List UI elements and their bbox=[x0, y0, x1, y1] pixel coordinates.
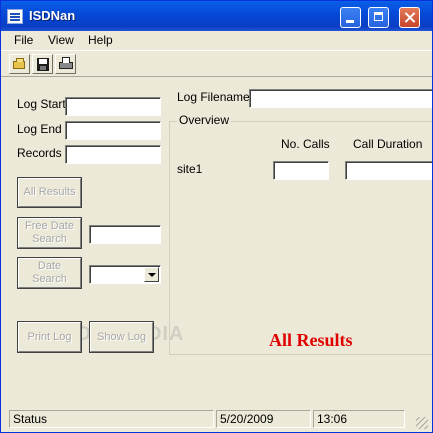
status-panel: Status bbox=[9, 410, 214, 428]
log-start-label: Log Start bbox=[17, 97, 66, 111]
site1-calls-field[interactable] bbox=[273, 161, 329, 180]
floppy-disk-icon bbox=[37, 58, 49, 71]
menu-file[interactable]: File bbox=[14, 33, 33, 47]
date-select[interactable] bbox=[89, 265, 161, 284]
title-bar[interactable]: ISDNan bbox=[1, 1, 432, 31]
overview-group bbox=[169, 121, 432, 355]
col-calls-header: No. Calls bbox=[281, 137, 330, 151]
log-end-field[interactable] bbox=[65, 121, 161, 140]
site1-duration-field[interactable] bbox=[345, 161, 432, 180]
window-title: ISDNan bbox=[29, 8, 76, 23]
print-log-button[interactable]: Print Log bbox=[17, 321, 82, 353]
open-folder-icon bbox=[13, 58, 25, 69]
status-bar: Status 5/20/2009 13:06 bbox=[1, 407, 432, 432]
app-window: ISDNan File View Help Log Start Log End … bbox=[0, 0, 433, 433]
menu-bar: File View Help bbox=[1, 31, 432, 49]
open-button[interactable] bbox=[9, 54, 30, 74]
log-filename-field[interactable] bbox=[249, 89, 432, 108]
time-panel: 13:06 bbox=[313, 410, 405, 428]
date-search-button[interactable]: Date Search bbox=[17, 257, 82, 289]
resize-grip-icon[interactable] bbox=[416, 417, 428, 429]
menu-view[interactable]: View bbox=[48, 33, 74, 47]
records-label: Records bbox=[17, 146, 62, 160]
free-date-field[interactable] bbox=[89, 225, 161, 244]
log-end-label: Log End bbox=[17, 122, 62, 136]
print-button[interactable] bbox=[55, 54, 76, 74]
site1-label: site1 bbox=[177, 162, 203, 176]
overview-title: Overview bbox=[177, 113, 232, 127]
app-icon bbox=[7, 9, 23, 24]
save-button[interactable] bbox=[32, 54, 53, 74]
free-date-search-button[interactable]: Free Date Search bbox=[17, 217, 82, 249]
log-filename-label: Log Filename bbox=[177, 90, 250, 104]
maximize-button[interactable] bbox=[368, 7, 389, 28]
log-start-field[interactable] bbox=[65, 97, 161, 116]
close-button[interactable] bbox=[399, 7, 420, 28]
col-duration-header: Call Duration bbox=[353, 137, 423, 151]
date-panel: 5/20/2009 bbox=[216, 410, 311, 428]
show-log-button[interactable]: Show Log bbox=[89, 321, 154, 353]
menu-help[interactable]: Help bbox=[88, 33, 113, 47]
toolbar bbox=[1, 50, 432, 77]
records-field[interactable] bbox=[65, 145, 161, 164]
mode-label: All Results bbox=[269, 330, 353, 350]
chevron-down-icon[interactable] bbox=[144, 267, 159, 282]
minimize-button[interactable] bbox=[340, 7, 361, 28]
printer-icon bbox=[59, 57, 73, 69]
all-results-button[interactable]: All Results bbox=[17, 177, 82, 208]
